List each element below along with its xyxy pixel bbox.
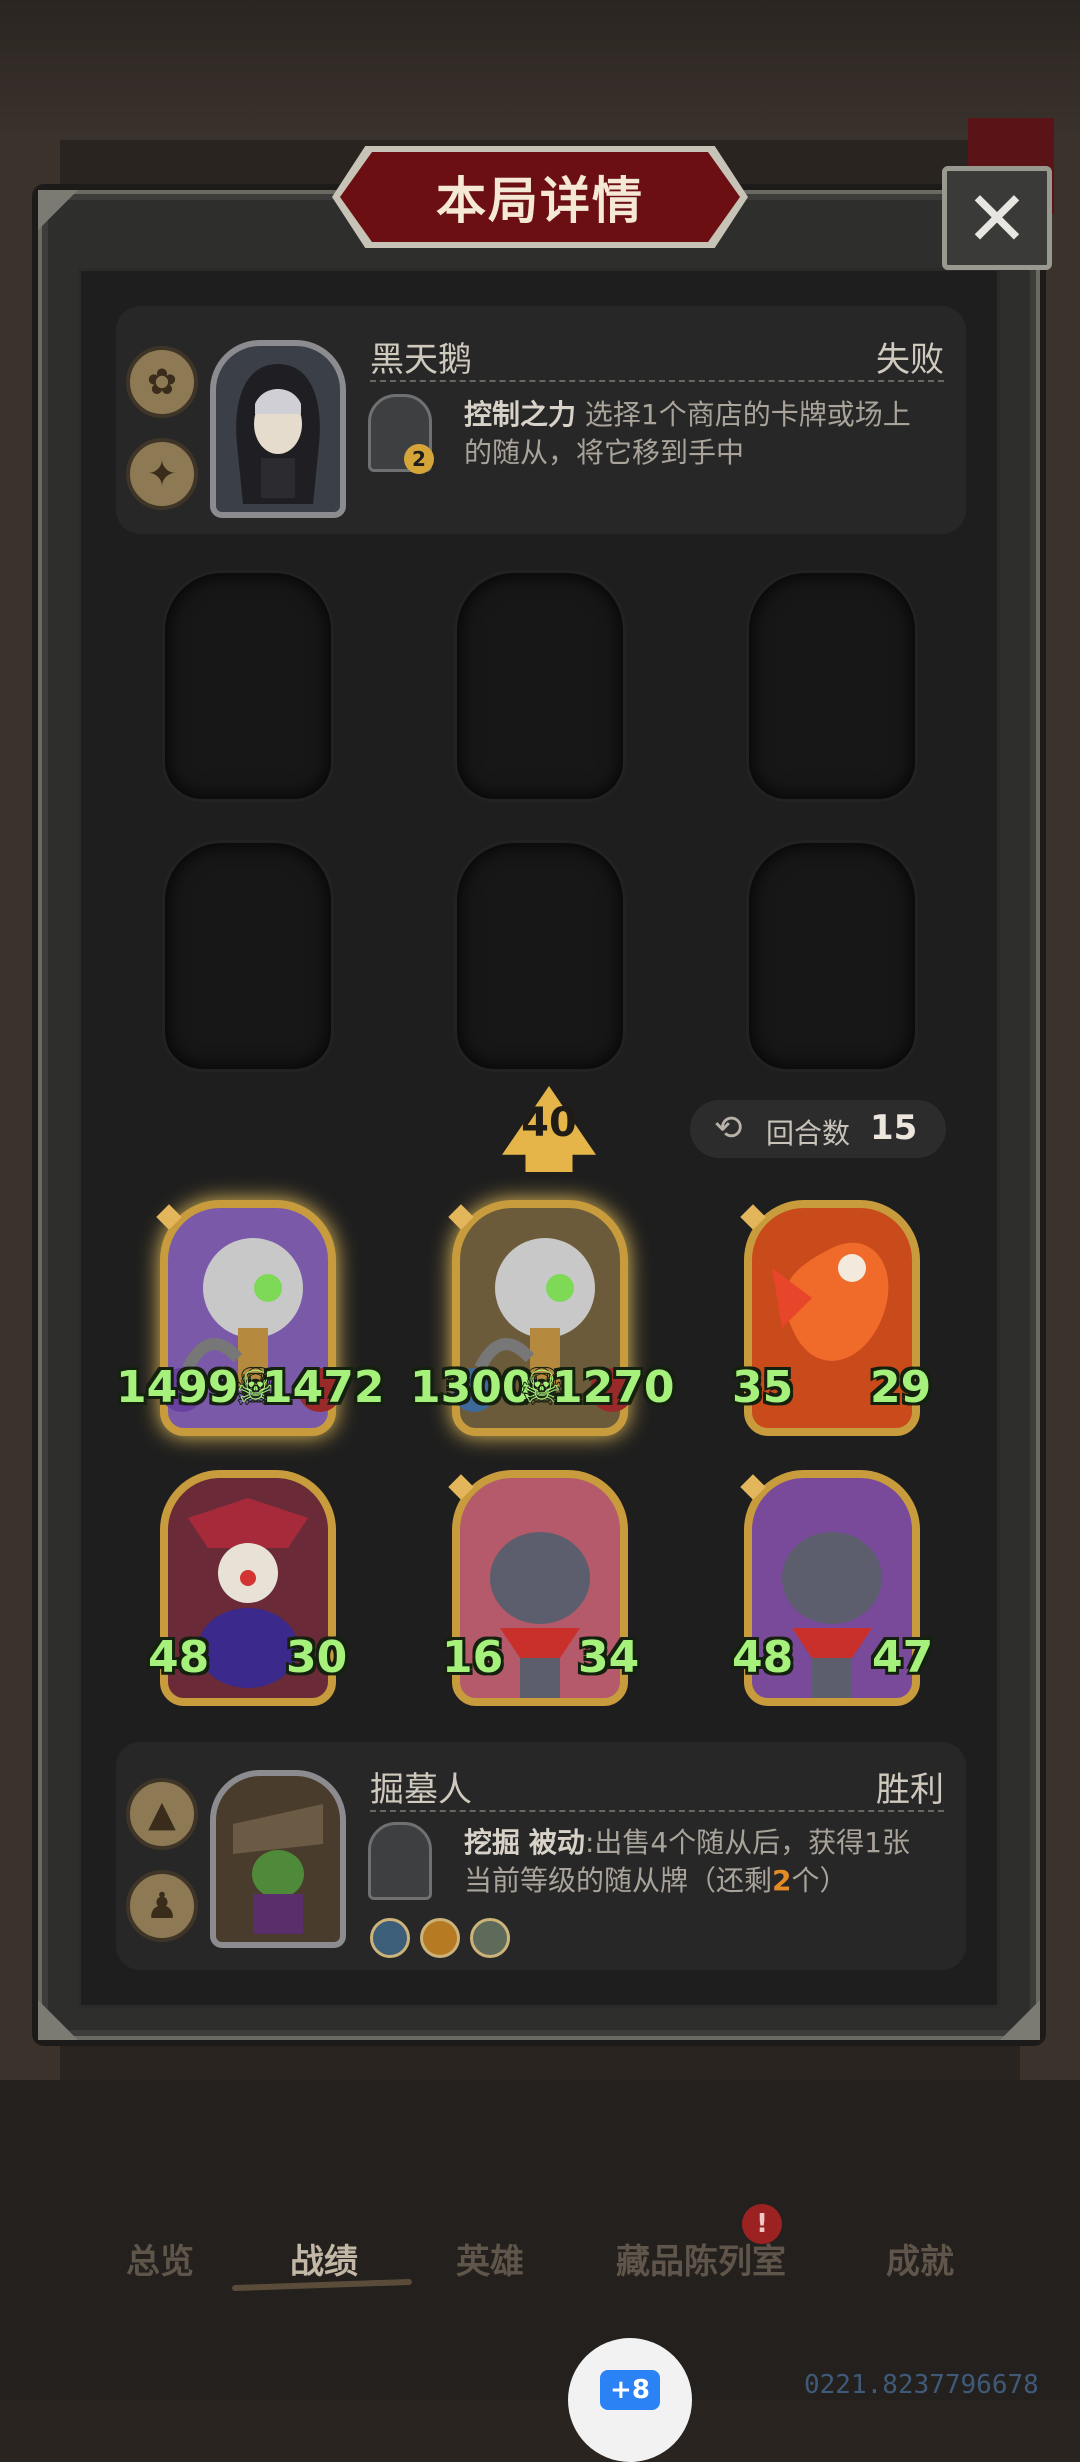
- power-desc-line2: 当前等级的随从牌（还剩: [464, 1864, 773, 1897]
- minion-attack: 1499: [116, 1362, 239, 1413]
- nav-overview[interactable]: 总览: [126, 2234, 194, 2283]
- tier-value: 40: [521, 1100, 577, 1146]
- empty-slot: [454, 570, 626, 802]
- gravedigger-hero-icon: [233, 1804, 323, 1934]
- skull-mask-icon[interactable]: [470, 1918, 510, 1958]
- turns-value: 15: [870, 1108, 918, 1148]
- minion-attack: 16: [442, 1632, 504, 1683]
- nav-records[interactable]: 战绩: [290, 2234, 358, 2283]
- wizard-hat-badge-icon: ▲: [126, 1778, 198, 1850]
- hero-power-count: 2: [404, 444, 434, 474]
- player-name: 掘墓人: [370, 1770, 472, 1810]
- opponent-name: 黑天鹅: [370, 340, 472, 380]
- turn-counter: ⟲ 回合数 15: [690, 1100, 946, 1158]
- close-button[interactable]: ✕: [942, 166, 1052, 270]
- trophy-badge-icon: ✿: [126, 346, 198, 418]
- power-desc-line1: 选择1个商店的卡牌或场上: [584, 398, 911, 431]
- power-desc-line1: :出售4个随从后，获得1张: [584, 1826, 911, 1859]
- opponent-result: 失败: [876, 340, 944, 380]
- empty-slot: [746, 570, 918, 802]
- minion-health: 29: [870, 1362, 932, 1413]
- minion-health: 47: [872, 1632, 934, 1683]
- minion-health: 34: [578, 1632, 640, 1683]
- power-name: 挖掘: [464, 1826, 521, 1859]
- power-desc-line2-end: 个）: [791, 1864, 848, 1897]
- minion-health: 1270: [552, 1362, 675, 1413]
- power-name: 控制之力: [464, 398, 577, 431]
- minion-attack: 48: [732, 1632, 794, 1683]
- minion-attack: 48: [148, 1632, 210, 1683]
- power-type: 被动: [528, 1826, 585, 1859]
- power-desc-line2: 的随从，将它移到手中: [464, 436, 745, 469]
- refresh-icon: ⟲: [714, 1108, 743, 1148]
- trophy-badge-icon: ✦: [126, 438, 198, 510]
- modal-title: 本局详情: [436, 172, 644, 230]
- nav-heroes[interactable]: 英雄: [456, 2234, 524, 2283]
- minion-health: 1472: [262, 1362, 385, 1413]
- empty-slot: [454, 840, 626, 1072]
- nav-achievements[interactable]: 成就: [886, 2234, 954, 2283]
- totem-badge-icon: ♟: [126, 1870, 198, 1942]
- divider: [370, 380, 944, 382]
- bird-icon[interactable]: [420, 1918, 460, 1958]
- minion-attack: 35: [732, 1362, 794, 1413]
- divider: [370, 1810, 944, 1812]
- empty-slot: [162, 570, 334, 802]
- hero-power-icon[interactable]: [368, 1822, 432, 1900]
- player-portrait[interactable]: [210, 1770, 346, 1948]
- background-top: [0, 0, 1080, 140]
- turns-label: 回合数: [766, 1117, 851, 1150]
- minion-attack: 1300: [410, 1362, 533, 1413]
- player-result: 胜利: [876, 1770, 944, 1810]
- empty-slot: [162, 840, 334, 1072]
- empty-slot: [746, 840, 918, 1072]
- sword-shield-icon[interactable]: [370, 1918, 410, 1958]
- close-icon: ✕: [965, 173, 1029, 263]
- power-remaining: 2: [772, 1864, 792, 1897]
- opponent-power-desc: 控制之力 选择1个商店的卡牌或场上 的随从，将它移到手中: [464, 396, 954, 472]
- version-text: 0221.8237796678: [804, 2370, 1039, 2400]
- notification-badge: !: [742, 2204, 782, 2244]
- player-power-desc: 挖掘 被动:出售4个随从后，获得1张 当前等级的随从牌（还剩2个）: [464, 1824, 954, 1900]
- hooded-hero-icon: [236, 364, 320, 504]
- plus-badge: +8: [600, 2370, 660, 2410]
- opponent-portrait[interactable]: [210, 340, 346, 518]
- minion-health: 30: [286, 1632, 348, 1683]
